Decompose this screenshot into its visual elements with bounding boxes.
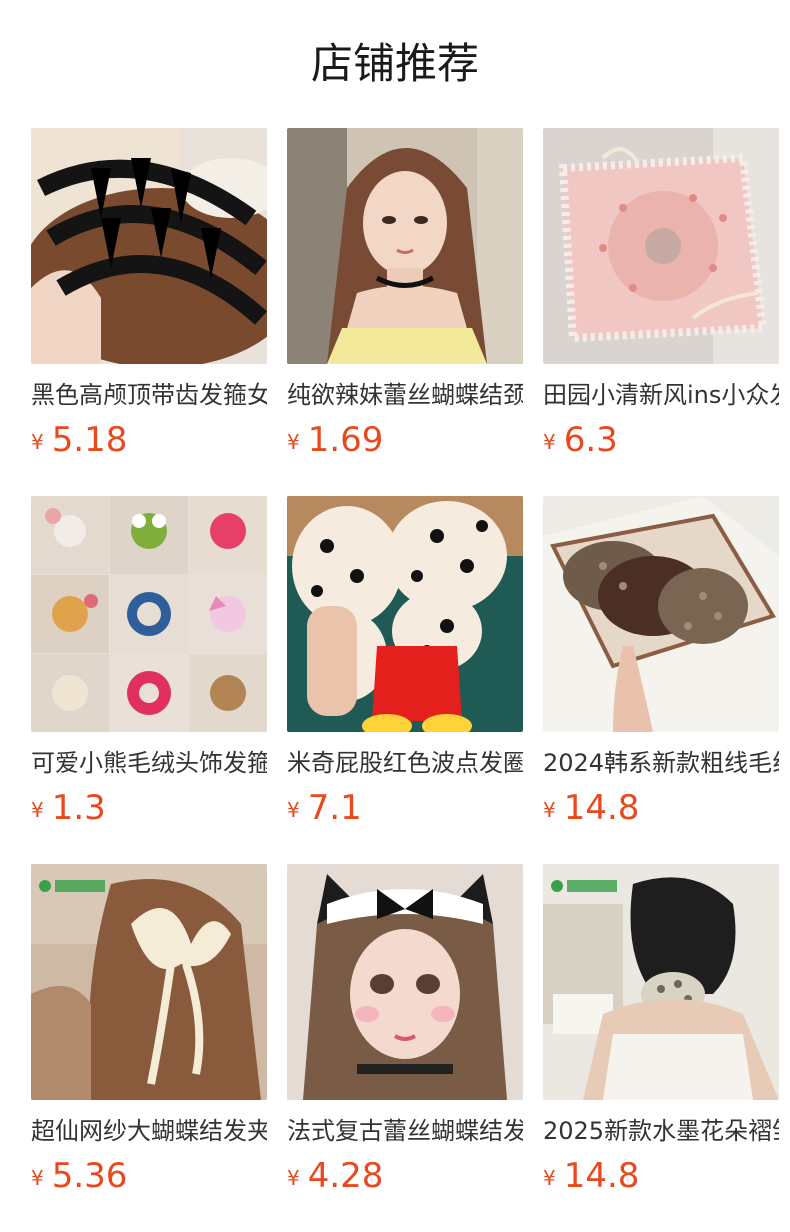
product-image[interactable] (543, 864, 779, 1100)
product-card[interactable]: 可爱小熊毛绒头饰发箍 ¥1.3 (31, 496, 267, 830)
product-price: ¥4.28 (287, 1154, 523, 1198)
price-value: 1.69 (307, 420, 384, 460)
product-card[interactable]: 黑色高颅顶带齿发箍女 ¥5.18 (31, 128, 267, 462)
page-title: 店铺推荐 (310, 39, 479, 88)
product-name[interactable]: 黑色高颅顶带齿发箍女 (31, 378, 267, 412)
product-price: ¥7.1 (287, 786, 523, 830)
product-card[interactable]: 2024韩系新款粗线毛线发圈 ¥14.8 (543, 496, 779, 830)
product-grid: 黑色高颅顶带齿发箍女 ¥5.18 纯欲辣妹蕾丝蝴蝶结颈链 (31, 128, 790, 1232)
product-card[interactable]: 米奇屁股红色波点发圈 ¥7.1 (287, 496, 523, 830)
currency-symbol: ¥ (31, 1166, 44, 1190)
price-value: 6.3 (563, 420, 618, 460)
currency-symbol: ¥ (287, 1166, 300, 1190)
product-price: ¥14.8 (543, 786, 779, 830)
product-price: ¥5.36 (31, 1154, 267, 1198)
product-card[interactable]: 田园小清新风ins小众发圈 ¥6.3 (543, 128, 779, 462)
currency-symbol: ¥ (543, 430, 556, 454)
product-name[interactable]: 可爱小熊毛绒头饰发箍 (31, 746, 267, 780)
price-value: 1.3 (51, 788, 106, 828)
currency-symbol: ¥ (31, 430, 44, 454)
price-value: 7.1 (307, 788, 362, 828)
product-price: ¥5.18 (31, 418, 267, 462)
price-value: 4.28 (307, 1156, 384, 1196)
product-card[interactable]: 2025新款水墨花朵褶皱发圈 ¥14.8 (543, 864, 779, 1198)
product-image[interactable] (287, 496, 523, 732)
product-image[interactable] (31, 496, 267, 732)
price-value: 14.8 (563, 788, 640, 828)
product-price: ¥6.3 (543, 418, 779, 462)
currency-symbol: ¥ (31, 798, 44, 822)
product-card[interactable]: 法式复古蕾丝蝴蝶结发箍 ¥4.28 (287, 864, 523, 1198)
product-name[interactable]: 田园小清新风ins小众发圈 (543, 378, 779, 412)
product-name[interactable]: 超仙网纱大蝴蝶结发夹 (31, 1114, 267, 1148)
price-value: 14.8 (563, 1156, 640, 1196)
product-price: ¥1.3 (31, 786, 267, 830)
product-image[interactable] (31, 128, 267, 364)
currency-symbol: ¥ (543, 798, 556, 822)
product-name[interactable]: 法式复古蕾丝蝴蝶结发箍 (287, 1114, 523, 1148)
product-name[interactable]: 米奇屁股红色波点发圈 (287, 746, 523, 780)
product-card[interactable]: 超仙网纱大蝴蝶结发夹 ¥5.36 (31, 864, 267, 1198)
product-price: ¥14.8 (543, 1154, 779, 1198)
product-name[interactable]: 纯欲辣妹蕾丝蝴蝶结颈链 (287, 378, 523, 412)
price-value: 5.18 (51, 420, 128, 460)
product-image[interactable] (31, 864, 267, 1100)
currency-symbol: ¥ (543, 1166, 556, 1190)
price-value: 5.36 (51, 1156, 128, 1196)
product-image[interactable] (287, 128, 523, 364)
product-price: ¥1.69 (287, 418, 523, 462)
product-name[interactable]: 2024韩系新款粗线毛线发圈 (543, 746, 779, 780)
product-image[interactable] (543, 128, 779, 364)
currency-symbol: ¥ (287, 798, 300, 822)
product-card[interactable]: 纯欲辣妹蕾丝蝴蝶结颈链 ¥1.69 (287, 128, 523, 462)
product-image[interactable] (543, 496, 779, 732)
product-name[interactable]: 2025新款水墨花朵褶皱发圈 (543, 1114, 779, 1148)
currency-symbol: ¥ (287, 430, 300, 454)
product-image[interactable] (287, 864, 523, 1100)
